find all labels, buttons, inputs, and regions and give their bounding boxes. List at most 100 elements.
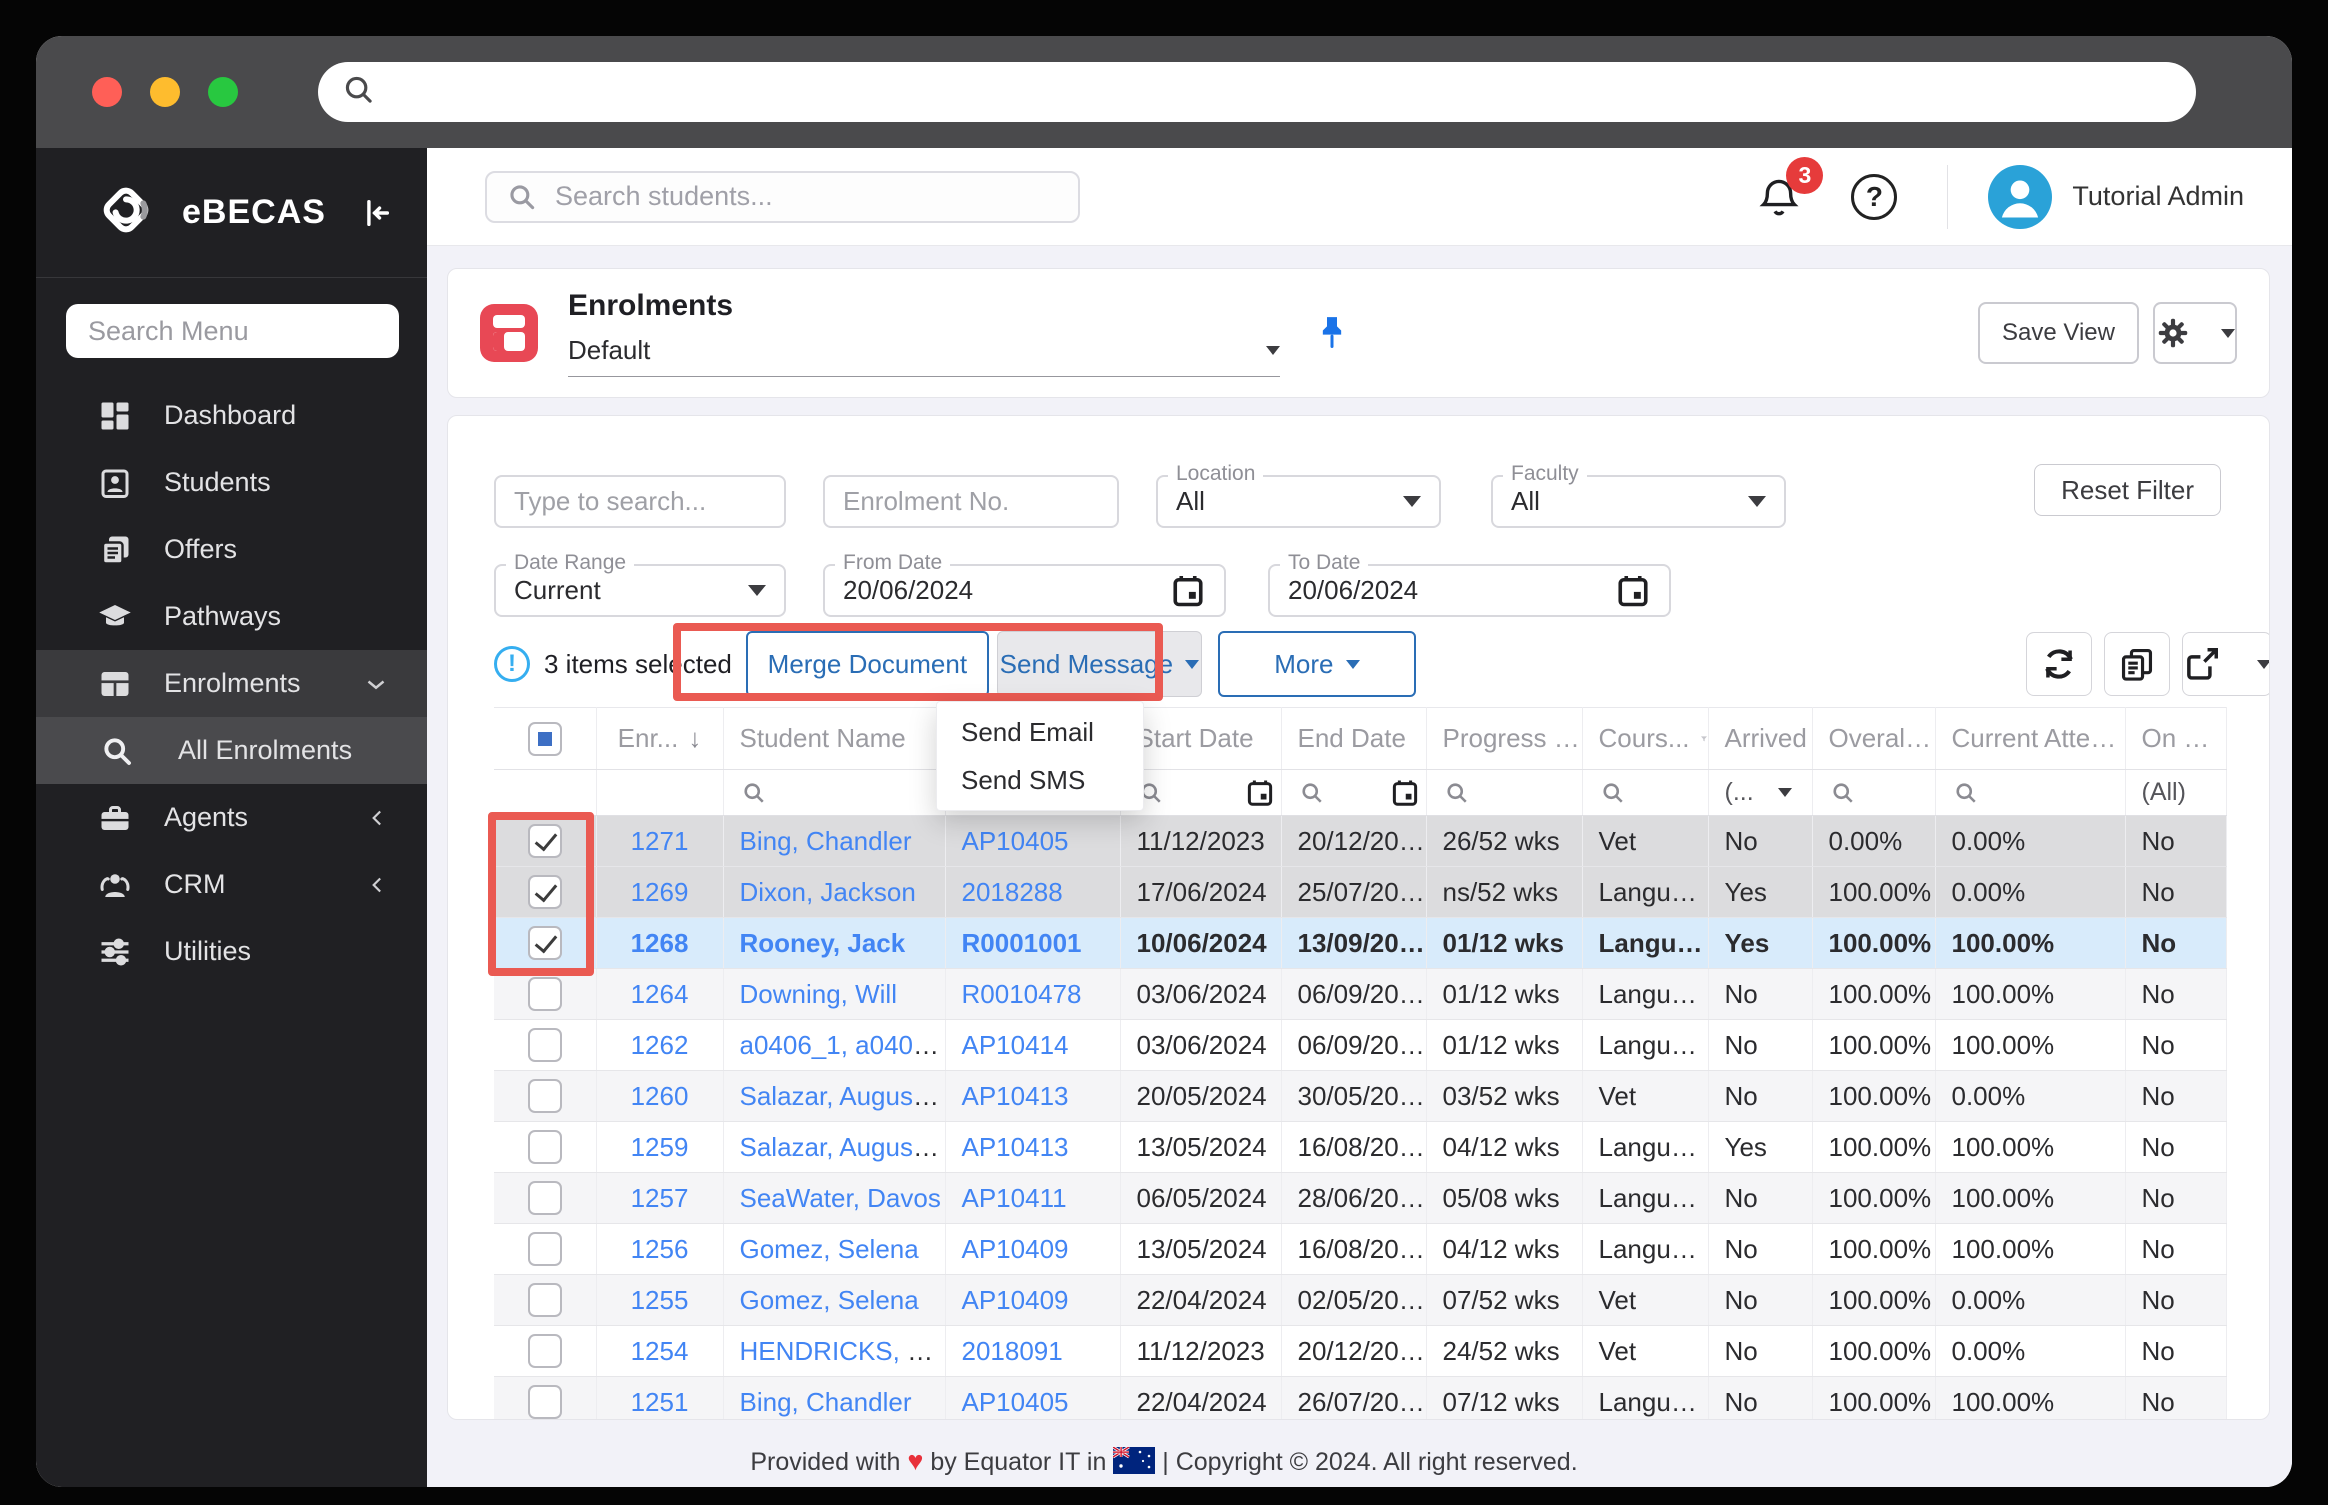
row-checkbox[interactable] [528,1232,562,1266]
menu-item-send-email[interactable]: Send Email [937,708,1143,756]
table-row[interactable]: 1259 Salazar, Augustina AP10413 13/05/20… [494,1122,2226,1173]
enrolment-link[interactable]: 1254 [631,1336,689,1366]
refresh-button[interactable] [2026,632,2092,696]
sidebar-item-dashboard[interactable]: Dashboard [36,382,427,449]
more-button[interactable]: More [1218,631,1416,697]
filter-course[interactable] [1582,770,1708,816]
enrolment-link[interactable]: 1255 [631,1285,689,1315]
reset-filter-button[interactable]: Reset Filter [2034,464,2221,516]
calendar-icon[interactable] [1615,573,1651,609]
select-all-checkbox[interactable] [528,722,562,756]
pin-icon[interactable] [1312,313,1352,353]
student-name-link[interactable]: Downing, Will [740,979,898,1009]
enrolment-link[interactable]: 1271 [631,826,689,856]
student-name-link[interactable]: Salazar, Augustina [740,1132,946,1162]
row-checkbox[interactable] [528,1334,562,1368]
student-name-link[interactable]: a0406_1, a0406_1 [740,1030,946,1060]
select-all-header[interactable] [494,708,596,770]
filter-student-name[interactable] [723,770,945,816]
student-name-link[interactable]: Gomez, Selena [740,1234,919,1264]
sidebar-item-students[interactable]: Students [36,449,427,516]
settings-button[interactable] [2153,302,2237,364]
row-checkbox[interactable] [528,1385,562,1419]
enrolment-link[interactable]: 1264 [631,979,689,1009]
view-select[interactable]: Default [568,335,1280,377]
student-name-link[interactable]: Gomez, Selena [740,1285,919,1315]
from-date-input[interactable]: From Date 20/06/2024 [823,564,1226,617]
student-name-link[interactable]: Dixon, Jackson [740,877,916,907]
menu-item-send-sms[interactable]: Send SMS [937,756,1143,804]
enrolment-link[interactable]: 1251 [631,1387,689,1417]
calendar-icon[interactable] [1245,778,1275,808]
quick-search-input[interactable]: Type to search... [494,475,786,528]
student-name-link[interactable]: HENDRICKS, Chester [740,1336,946,1366]
table-row[interactable]: 1271 Bing, Chandler AP10405 11/12/2023 2… [494,816,2226,867]
enrolment-link[interactable]: 1259 [631,1132,689,1162]
sidebar-item-enrolments[interactable]: Enrolments [36,650,427,717]
filter-start-date[interactable] [1120,770,1281,816]
student-name-link[interactable]: SeaWater, Davos [740,1183,941,1213]
enrolment-link[interactable]: 1257 [631,1183,689,1213]
column-header-progress[interactable]: Progress St... [1426,708,1582,770]
filter-progress[interactable] [1426,770,1582,816]
row-checkbox[interactable] [528,824,562,858]
column-header-start-date[interactable]: Start Date [1120,708,1281,770]
user-name[interactable]: Tutorial Admin [2072,181,2244,212]
table-row[interactable]: 1257 SeaWater, Davos AP10411 06/05/2024 … [494,1173,2226,1224]
send-message-button[interactable]: Send Message [997,631,1202,697]
offer-no-link[interactable]: 2018288 [962,877,1063,907]
sidebar-collapse-icon[interactable] [359,196,393,230]
row-checkbox[interactable] [528,875,562,909]
enrolment-no-input[interactable]: Enrolment No. [823,475,1119,528]
enrolment-link[interactable]: 1269 [631,877,689,907]
offer-no-link[interactable]: AP10414 [962,1030,1069,1060]
avatar[interactable] [1988,165,2052,229]
student-name-link[interactable]: Bing, Chandler [740,826,912,856]
sidebar-item-utilities[interactable]: Utilities [36,918,427,985]
notifications-button[interactable]: 3 [1755,173,1803,221]
column-header-course[interactable]: Cours... [1582,708,1708,770]
maximize-button[interactable] [208,77,238,107]
offer-no-link[interactable]: AP10411 [962,1183,1067,1213]
offer-no-link[interactable]: AP10413 [962,1132,1069,1162]
column-header-student-name[interactable]: Student Name [723,708,945,770]
row-checkbox[interactable] [528,1283,562,1317]
date-range-select[interactable]: Date Range Current [494,564,786,617]
filter-end-date[interactable] [1281,770,1426,816]
sidebar-item-agents[interactable]: Agents [36,784,427,851]
table-row[interactable]: 1255 Gomez, Selena AP10409 22/04/2024 02… [494,1275,2226,1326]
offer-no-link[interactable]: R0010478 [962,979,1082,1009]
row-checkbox[interactable] [528,1079,562,1113]
column-header-end-date[interactable]: End Date [1281,708,1426,770]
offer-no-link[interactable]: AP10405 [962,826,1069,856]
browser-address-bar[interactable] [318,62,2196,122]
faculty-select[interactable]: Faculty All [1491,475,1786,528]
merge-document-button[interactable]: Merge Document [746,631,989,697]
column-header-arrived[interactable]: Arrived [1708,708,1812,770]
student-search-input[interactable]: Search students... [485,171,1080,223]
offer-no-link[interactable]: 2018091 [962,1336,1063,1366]
row-checkbox[interactable] [528,1130,562,1164]
filter-overall[interactable] [1812,770,1935,816]
table-row[interactable]: 1256 Gomez, Selena AP10409 13/05/2024 16… [494,1224,2226,1275]
table-row[interactable]: 1251 Bing, Chandler AP10405 22/04/2024 2… [494,1377,2226,1421]
calendar-icon[interactable] [1170,573,1206,609]
table-row[interactable]: 1264 Downing, Will R0010478 03/06/2024 0… [494,969,2226,1020]
help-button[interactable]: ? [1851,174,1897,220]
to-date-input[interactable]: To Date 20/06/2024 [1268,564,1671,617]
sidebar-search-input[interactable]: Search Menu [66,304,399,358]
filter-current-attendance[interactable] [1935,770,2125,816]
close-button[interactable] [92,77,122,107]
location-select[interactable]: Location All [1156,475,1441,528]
row-checkbox[interactable] [528,977,562,1011]
offer-no-link[interactable]: AP10409 [962,1285,1069,1315]
student-name-link[interactable]: Bing, Chandler [740,1387,912,1417]
filter-arrived[interactable]: (... [1708,770,1812,816]
row-checkbox[interactable] [528,1028,562,1062]
column-header-overall[interactable]: Overall A... [1812,708,1935,770]
filter-enrolment[interactable] [596,770,723,816]
sidebar-item-all-enrolments[interactable]: All Enrolments [36,717,427,784]
column-header-enrolment[interactable]: Enr...↓ [596,708,723,770]
offer-no-link[interactable]: R0001001 [962,928,1082,958]
copy-button[interactable] [2104,632,2170,696]
